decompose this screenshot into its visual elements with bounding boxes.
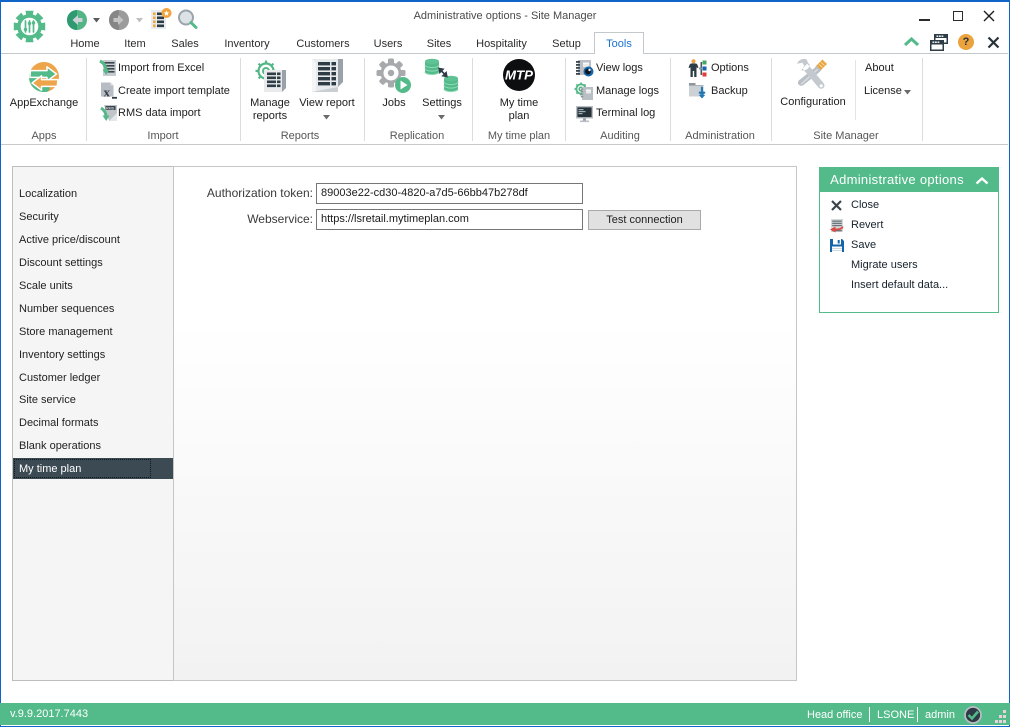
svg-text:x: x	[104, 85, 111, 100]
svg-text:MTP: MTP	[505, 69, 534, 83]
svg-text:RMS: RMS	[106, 107, 115, 111]
